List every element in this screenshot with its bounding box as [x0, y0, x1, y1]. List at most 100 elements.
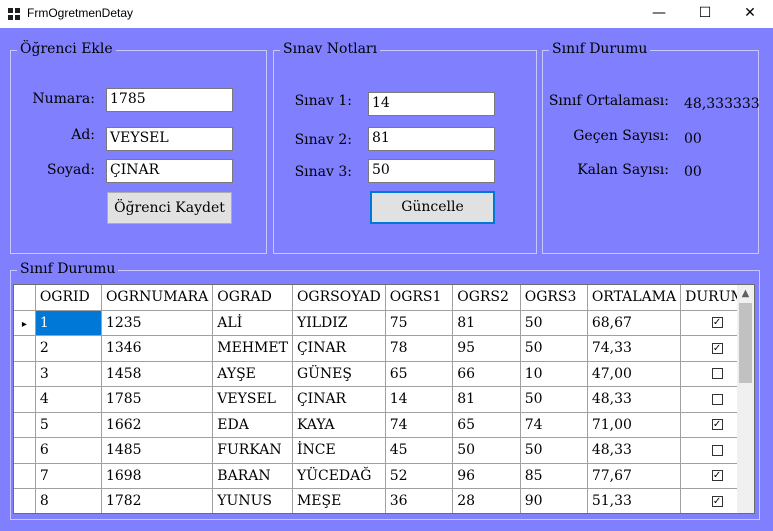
row-header[interactable] — [14, 463, 36, 489]
ograd-cell[interactable]: YUNUS — [212, 488, 293, 513]
guncelle-button[interactable]: Güncelle — [370, 191, 495, 224]
ogrs2-cell[interactable]: 66 — [452, 361, 521, 387]
ogrs1-cell[interactable]: 52 — [385, 463, 454, 489]
ogrnumara-cell[interactable]: 1698 — [101, 463, 214, 489]
checked-checkbox-icon[interactable]: ✓ — [711, 495, 723, 507]
row-header[interactable] — [14, 488, 36, 513]
sinav3-field[interactable]: 50 — [368, 159, 495, 183]
checked-checkbox-icon[interactable]: ✓ — [711, 342, 723, 354]
checked-checkbox-icon[interactable]: ✓ — [711, 419, 723, 431]
scroll-up-icon[interactable]: ▲ — [737, 285, 754, 302]
ogrs2-cell[interactable]: 95 — [452, 335, 521, 362]
col-ograd-header[interactable]: OGRAD — [212, 285, 293, 311]
ogrnumara-cell[interactable]: 1782 — [101, 488, 214, 513]
row-header[interactable] — [14, 361, 36, 387]
row-header[interactable] — [14, 335, 36, 362]
ogrs1-cell[interactable]: 75 — [385, 310, 454, 336]
ogrs3-cell[interactable]: 74 — [520, 412, 588, 438]
table-row[interactable]: 3 1458 AYŞE GÜNEŞ 65 66 10 47,00 — [14, 361, 754, 387]
row-header-corner[interactable] — [14, 285, 36, 311]
row-header[interactable] — [14, 386, 36, 413]
ogrs2-cell[interactable]: 81 — [452, 310, 521, 336]
row-header[interactable]: ▸ — [14, 310, 36, 336]
ortalama-cell[interactable]: 48,33 — [587, 386, 682, 413]
ogrs2-cell[interactable]: 81 — [452, 386, 521, 413]
title-bar[interactable]: FrmOgretmenDetay — ☐ ✕ — [0, 0, 773, 28]
ogrs3-cell[interactable]: 50 — [520, 310, 588, 336]
ogrenci-kaydet-button[interactable]: Öğrenci Kaydet — [107, 192, 232, 224]
ortalama-cell[interactable]: 77,67 — [587, 463, 682, 489]
unchecked-checkbox-icon[interactable] — [711, 368, 723, 380]
row-header[interactable] — [14, 412, 36, 438]
ogrnumara-cell[interactable]: 1346 — [101, 335, 214, 362]
col-ogrsoyad-header[interactable]: OGRSOYAD — [292, 285, 386, 311]
unchecked-checkbox-icon[interactable] — [711, 444, 723, 456]
ogrid-cell[interactable]: 8 — [35, 488, 102, 513]
vertical-scrollbar[interactable]: ▲ ▼ — [737, 285, 754, 513]
ogrid-cell[interactable]: 2 — [35, 335, 102, 362]
sinav1-field[interactable]: 14 — [368, 92, 495, 116]
ortalama-cell[interactable]: 74,33 — [587, 335, 682, 362]
col-ogrid-header[interactable]: OGRID — [35, 285, 102, 311]
col-ogrnumara-header[interactable]: OGRNUMARA — [101, 285, 214, 311]
row-header[interactable] — [14, 437, 36, 464]
ogrs1-cell[interactable]: 65 — [385, 361, 454, 387]
ogrs3-cell[interactable]: 90 — [520, 488, 588, 513]
ogrsoyad-cell[interactable]: YILDIZ — [292, 310, 386, 336]
ortalama-cell[interactable]: 48,33 — [587, 437, 682, 464]
ogrs1-cell[interactable]: 36 — [385, 488, 454, 513]
ad-field[interactable]: VEYSEL — [106, 127, 233, 151]
table-row[interactable]: 6 1485 FURKAN İNCE 45 50 50 48,33 — [14, 437, 754, 464]
ogrid-cell[interactable]: 4 — [35, 386, 102, 413]
ogrsoyad-cell[interactable]: ÇINAR — [292, 386, 386, 413]
ogrnumara-cell[interactable]: 1662 — [101, 412, 214, 438]
sinav2-field[interactable]: 81 — [368, 127, 495, 151]
table-row[interactable]: 7 1698 BARAN YÜCEDAĞ 52 96 85 77,67 ✓ — [14, 463, 754, 489]
maximize-button[interactable]: ☐ — [682, 0, 728, 28]
table-row[interactable]: 4 1785 VEYSEL ÇINAR 14 81 50 48,33 — [14, 386, 754, 413]
ogrs3-cell[interactable]: 50 — [520, 437, 588, 464]
table-row[interactable]: 8 1782 YUNUS MEŞE 36 28 90 51,33 ✓ — [14, 488, 754, 513]
ograd-cell[interactable]: FURKAN — [212, 437, 293, 464]
ograd-cell[interactable]: BARAN — [212, 463, 293, 489]
ogrsoyad-cell[interactable]: MEŞE — [292, 488, 386, 513]
ogrnumara-cell[interactable]: 1785 — [101, 386, 214, 413]
ogrid-cell[interactable]: 5 — [35, 412, 102, 438]
ogrnumara-cell[interactable]: 1235 — [101, 310, 214, 336]
ortalama-cell[interactable]: 71,00 — [587, 412, 682, 438]
close-button[interactable]: ✕ — [727, 0, 773, 28]
ogrs1-cell[interactable]: 14 — [385, 386, 454, 413]
ogrnumara-cell[interactable]: 1458 — [101, 361, 214, 387]
ogrs3-cell[interactable]: 85 — [520, 463, 588, 489]
table-row[interactable]: 2 1346 MEHMET ÇINAR 78 95 50 74,33 ✓ — [14, 335, 754, 362]
ogrnumara-cell[interactable]: 1485 — [101, 437, 214, 464]
scroll-thumb[interactable] — [739, 303, 752, 383]
col-ogrs2-header[interactable]: OGRS2 — [452, 285, 521, 311]
ortalama-cell[interactable]: 51,33 — [587, 488, 682, 513]
ograd-cell[interactable]: ALİ — [212, 310, 293, 336]
ortalama-cell[interactable]: 68,67 — [587, 310, 682, 336]
col-ogrs1-header[interactable]: OGRS1 — [385, 285, 454, 311]
table-row[interactable]: ▸ 1 1235 ALİ YILDIZ 75 81 50 68,67 ✓ — [14, 310, 754, 336]
ogrs1-cell[interactable]: 45 — [385, 437, 454, 464]
ogrid-cell[interactable]: 7 — [35, 463, 102, 489]
ogrsoyad-cell[interactable]: İNCE — [292, 437, 386, 464]
students-data-grid[interactable]: OGRID OGRNUMARA OGRAD OGRSOYAD OGRS1 OGRS2 OGR… — [13, 284, 755, 514]
col-ortalama-header[interactable]: ORTALAMA — [587, 285, 682, 311]
ogrs3-cell[interactable]: 50 — [520, 386, 588, 413]
ogrs3-cell[interactable]: 50 — [520, 335, 588, 362]
ogrs1-cell[interactable]: 78 — [385, 335, 454, 362]
ogrs2-cell[interactable]: 50 — [452, 437, 521, 464]
ogrid-cell[interactable]: 1 — [35, 310, 102, 336]
unchecked-checkbox-icon[interactable] — [711, 393, 723, 405]
table-row[interactable]: 5 1662 EDA KAYA 74 65 74 71,00 ✓ — [14, 412, 754, 438]
ogrs2-cell[interactable]: 65 — [452, 412, 521, 438]
ogrid-cell[interactable]: 6 — [35, 437, 102, 464]
ogrs2-cell[interactable]: 96 — [452, 463, 521, 489]
ograd-cell[interactable]: VEYSEL — [212, 386, 293, 413]
ogrsoyad-cell[interactable]: YÜCEDAĞ — [292, 463, 386, 489]
ogrsoyad-cell[interactable]: ÇINAR — [292, 335, 386, 362]
soyad-field[interactable]: ÇINAR — [106, 159, 233, 183]
ogrid-cell[interactable]: 3 — [35, 361, 102, 387]
ogrs1-cell[interactable]: 74 — [385, 412, 454, 438]
